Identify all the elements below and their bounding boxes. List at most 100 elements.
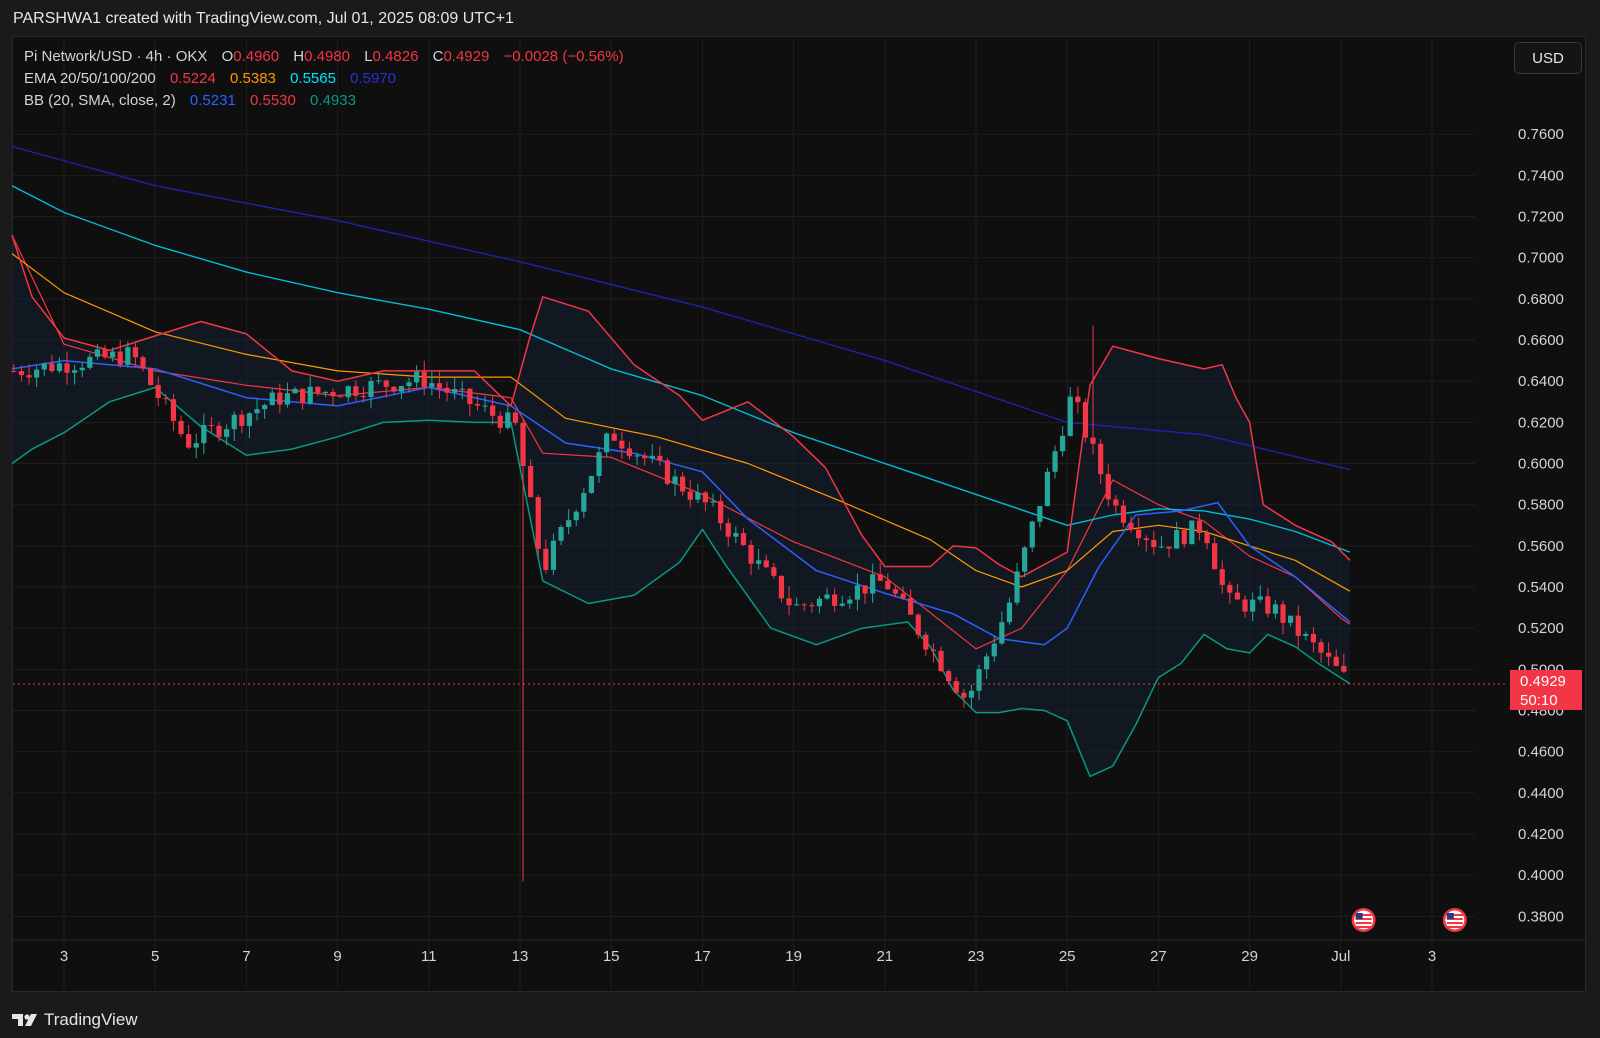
candle-body bbox=[26, 375, 32, 378]
y-tick-label: 0.7000 bbox=[1518, 250, 1564, 267]
candle-body bbox=[239, 414, 245, 426]
ema-label: EMA 20/50/100/200 bbox=[24, 70, 156, 87]
candle-body bbox=[626, 448, 633, 457]
candle-body bbox=[528, 465, 534, 498]
candle-body bbox=[596, 452, 602, 476]
candle-body bbox=[1318, 642, 1324, 653]
candle-body bbox=[467, 388, 473, 405]
candle-body bbox=[573, 511, 579, 521]
last-price-value: 0.4929 bbox=[1520, 673, 1566, 690]
y-tick-label: 0.4400 bbox=[1518, 785, 1564, 802]
candle-body bbox=[1288, 615, 1294, 623]
candle-body bbox=[269, 392, 275, 406]
candle-body bbox=[421, 371, 427, 387]
candle-body bbox=[41, 363, 47, 370]
candle-body bbox=[391, 386, 397, 392]
candle-body bbox=[915, 614, 921, 635]
candle-body bbox=[1280, 604, 1286, 623]
candle-body bbox=[558, 527, 564, 541]
high-label: H bbox=[293, 48, 305, 65]
candle-body bbox=[231, 414, 237, 430]
legend-bb-row[interactable]: BB (20, SMA, close, 2) 0.5231 0.5530 0.4… bbox=[24, 90, 626, 112]
candle-body bbox=[748, 544, 754, 564]
candle-body bbox=[1022, 547, 1028, 572]
candle-body bbox=[353, 386, 359, 396]
bb-upper-value: 0.5530 bbox=[249, 92, 296, 109]
candle-body bbox=[1166, 546, 1172, 549]
candle-body bbox=[543, 548, 549, 570]
candle-body bbox=[718, 501, 724, 524]
candle-body bbox=[1151, 540, 1157, 548]
candle-body bbox=[809, 605, 815, 607]
candle-body bbox=[1158, 546, 1165, 548]
candle-body bbox=[778, 575, 785, 599]
footer[interactable]: TradingView bbox=[12, 1008, 138, 1032]
candle-body bbox=[94, 349, 101, 357]
candle-body bbox=[505, 412, 511, 428]
x-tick-label: 17 bbox=[694, 948, 711, 965]
candle-body bbox=[550, 540, 557, 570]
candle-body bbox=[961, 692, 967, 698]
candle-body bbox=[999, 622, 1005, 644]
candle-body bbox=[300, 388, 306, 404]
x-tick-label: 3 bbox=[1428, 948, 1436, 965]
low-value: 0.4826 bbox=[372, 48, 419, 65]
candle-body bbox=[208, 425, 215, 427]
candle-body bbox=[1310, 633, 1317, 643]
y-tick-label: 0.3800 bbox=[1518, 908, 1564, 925]
candle-body bbox=[1120, 505, 1127, 523]
bb-lower-value: 0.4933 bbox=[310, 92, 356, 109]
candle-body bbox=[771, 567, 777, 576]
candle-body bbox=[1333, 656, 1339, 666]
candle-body bbox=[277, 392, 283, 405]
price-chart[interactable]: 0.7600 0.7400 0.7200 0.7000 0.6800 0.6600 0.64… bbox=[0, 0, 1600, 1038]
candle-body bbox=[34, 369, 40, 378]
candle-body bbox=[1295, 615, 1301, 636]
candle-body bbox=[459, 388, 465, 390]
candle-body bbox=[801, 604, 807, 606]
symbol-label[interactable]: Pi Network/USD · 4h · OKX bbox=[24, 48, 207, 65]
change-value: −0.0028 (−0.56%) bbox=[503, 48, 624, 65]
candle-body bbox=[292, 388, 298, 394]
tradingview-logo-icon bbox=[12, 1014, 37, 1026]
x-tick-label: 27 bbox=[1150, 948, 1167, 965]
candle-body bbox=[862, 585, 868, 594]
candle-body bbox=[1113, 499, 1119, 506]
candle-body bbox=[398, 386, 405, 392]
candle-body bbox=[338, 396, 344, 398]
candle-body bbox=[307, 386, 313, 404]
candle-body bbox=[110, 351, 116, 358]
candle-body bbox=[1303, 633, 1309, 636]
candle-body bbox=[870, 574, 876, 594]
open-label: O bbox=[221, 48, 234, 65]
candle-body bbox=[1234, 592, 1241, 600]
candle-body bbox=[490, 405, 496, 416]
ema200-value: 0.5970 bbox=[350, 70, 397, 87]
us-flag-event-icon[interactable] bbox=[1442, 908, 1467, 932]
legend-ema-row[interactable]: EMA 20/50/100/200 0.5224 0.5383 0.5565 0… bbox=[24, 68, 626, 90]
candle-body bbox=[125, 347, 131, 365]
price-axis: 0.7600 0.7400 0.7200 0.7000 0.6800 0.6600 0.64… bbox=[1518, 126, 1564, 925]
currency-button[interactable]: USD bbox=[1514, 42, 1582, 74]
candle-body bbox=[170, 399, 177, 421]
us-flag-event-icon[interactable] bbox=[1351, 908, 1376, 932]
x-tick-label: 29 bbox=[1241, 948, 1258, 965]
candle-body bbox=[535, 497, 541, 549]
candle-body bbox=[649, 455, 655, 459]
candle-body bbox=[695, 492, 701, 500]
candle-body bbox=[930, 649, 937, 651]
candle-body bbox=[1250, 599, 1256, 612]
candle-body bbox=[604, 433, 610, 453]
candle-body bbox=[854, 585, 861, 600]
y-tick-label: 0.7400 bbox=[1518, 167, 1564, 184]
candle-body bbox=[383, 380, 389, 387]
low-label: L bbox=[364, 48, 373, 65]
candle-body bbox=[976, 669, 982, 691]
y-tick-label: 0.6800 bbox=[1518, 291, 1564, 308]
event-markers bbox=[1351, 908, 1467, 932]
close-value: 0.4929 bbox=[443, 48, 490, 65]
candle-body bbox=[664, 460, 671, 484]
x-tick-label: 15 bbox=[603, 948, 620, 965]
x-tick-label: 19 bbox=[785, 948, 802, 965]
candle-body bbox=[1242, 599, 1248, 612]
